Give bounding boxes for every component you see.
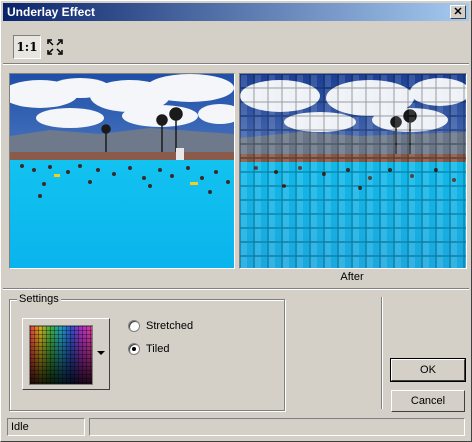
ok-button[interactable]: OK bbox=[390, 358, 466, 382]
tiled-label: Tiled bbox=[146, 343, 170, 355]
window-title: Underlay Effect bbox=[7, 5, 96, 19]
settings-group-label: Settings bbox=[17, 293, 61, 305]
close-icon: ✕ bbox=[453, 6, 463, 18]
stretched-label: Stretched bbox=[146, 320, 194, 332]
cancel-button[interactable]: Cancel bbox=[391, 390, 465, 412]
status-text: Idle bbox=[11, 421, 29, 433]
tiled-option[interactable]: Tiled bbox=[128, 343, 169, 355]
dialog-window: Underlay Effect ✕ 1:1 After Settings Str… bbox=[0, 0, 472, 442]
actual-size-button[interactable]: 1:1 bbox=[13, 35, 41, 59]
fit-to-window-icon bbox=[47, 39, 63, 55]
button-separator bbox=[381, 297, 383, 409]
title-bar[interactable]: Underlay Effect ✕ bbox=[3, 3, 469, 21]
dropdown-arrow-icon bbox=[97, 351, 105, 355]
before-image bbox=[10, 74, 234, 268]
stretched-radio[interactable] bbox=[128, 320, 140, 332]
progress-bar bbox=[89, 418, 465, 436]
after-preview bbox=[239, 73, 467, 269]
underlay-picker-button[interactable] bbox=[22, 318, 110, 390]
fit-to-window-button[interactable] bbox=[43, 35, 67, 59]
before-preview bbox=[9, 73, 235, 269]
color-palette-swatch-icon bbox=[29, 325, 93, 385]
toolbar-separator bbox=[3, 63, 469, 65]
stretched-option[interactable]: Stretched bbox=[128, 320, 193, 332]
close-button[interactable]: ✕ bbox=[450, 5, 466, 19]
actual-size-label: 1:1 bbox=[16, 40, 38, 54]
settings-group: Settings Stretched Tiled bbox=[9, 293, 285, 411]
preview-separator bbox=[3, 288, 469, 290]
after-image bbox=[240, 74, 466, 268]
tiled-radio[interactable] bbox=[128, 343, 140, 355]
after-label: After bbox=[340, 271, 364, 283]
status-text-panel: Idle bbox=[7, 418, 85, 436]
